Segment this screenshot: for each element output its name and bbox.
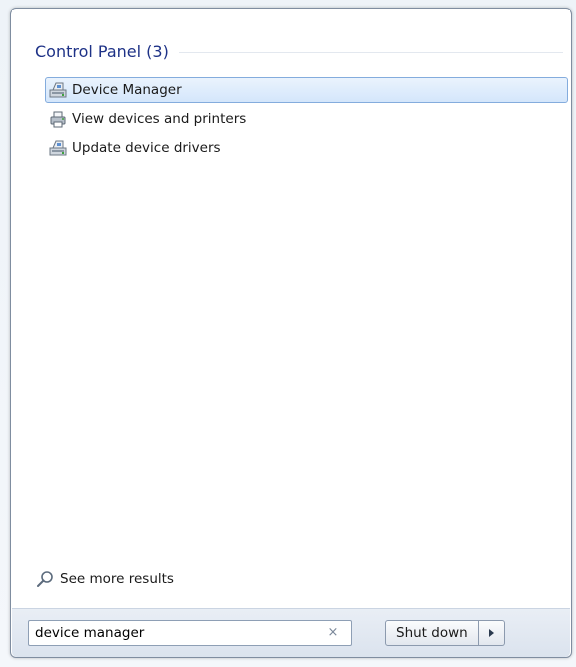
- result-item-label: Update device drivers: [72, 140, 221, 156]
- see-more-results-label: See more results: [60, 571, 174, 587]
- group-title[interactable]: Control Panel (3): [35, 42, 179, 61]
- shutdown-options-button[interactable]: [478, 620, 505, 646]
- device-manager-icon: [49, 82, 67, 98]
- result-item-device-manager[interactable]: Device Manager: [45, 77, 568, 103]
- search-results-pane: Control Panel (3) Device Manager View de…: [12, 10, 570, 608]
- start-menu-bottom-bar: × Shut down: [12, 608, 570, 657]
- triangle-right-icon: [488, 629, 494, 637]
- result-item-view-devices-printers[interactable]: View devices and printers: [45, 106, 568, 132]
- shutdown-button[interactable]: Shut down: [385, 620, 479, 646]
- group-header-control-panel[interactable]: Control Panel (3): [35, 40, 563, 62]
- result-item-label: Device Manager: [72, 82, 182, 98]
- group-divider: [178, 52, 563, 53]
- result-item-label: View devices and printers: [72, 111, 247, 127]
- search-box[interactable]: ×: [28, 620, 352, 646]
- start-menu-frame: Control Panel (3) Device Manager View de…: [0, 0, 576, 667]
- result-item-update-device-drivers[interactable]: Update device drivers: [45, 135, 568, 161]
- devices-printers-icon: [50, 111, 66, 128]
- start-menu-panel: Control Panel (3) Device Manager View de…: [10, 8, 572, 658]
- magnifier-icon: [37, 571, 53, 587]
- shutdown-control: Shut down: [385, 620, 505, 646]
- search-input[interactable]: [29, 622, 315, 644]
- see-more-results-link[interactable]: See more results: [36, 568, 174, 590]
- device-manager-icon: [49, 140, 67, 156]
- clear-search-icon[interactable]: ×: [325, 625, 341, 641]
